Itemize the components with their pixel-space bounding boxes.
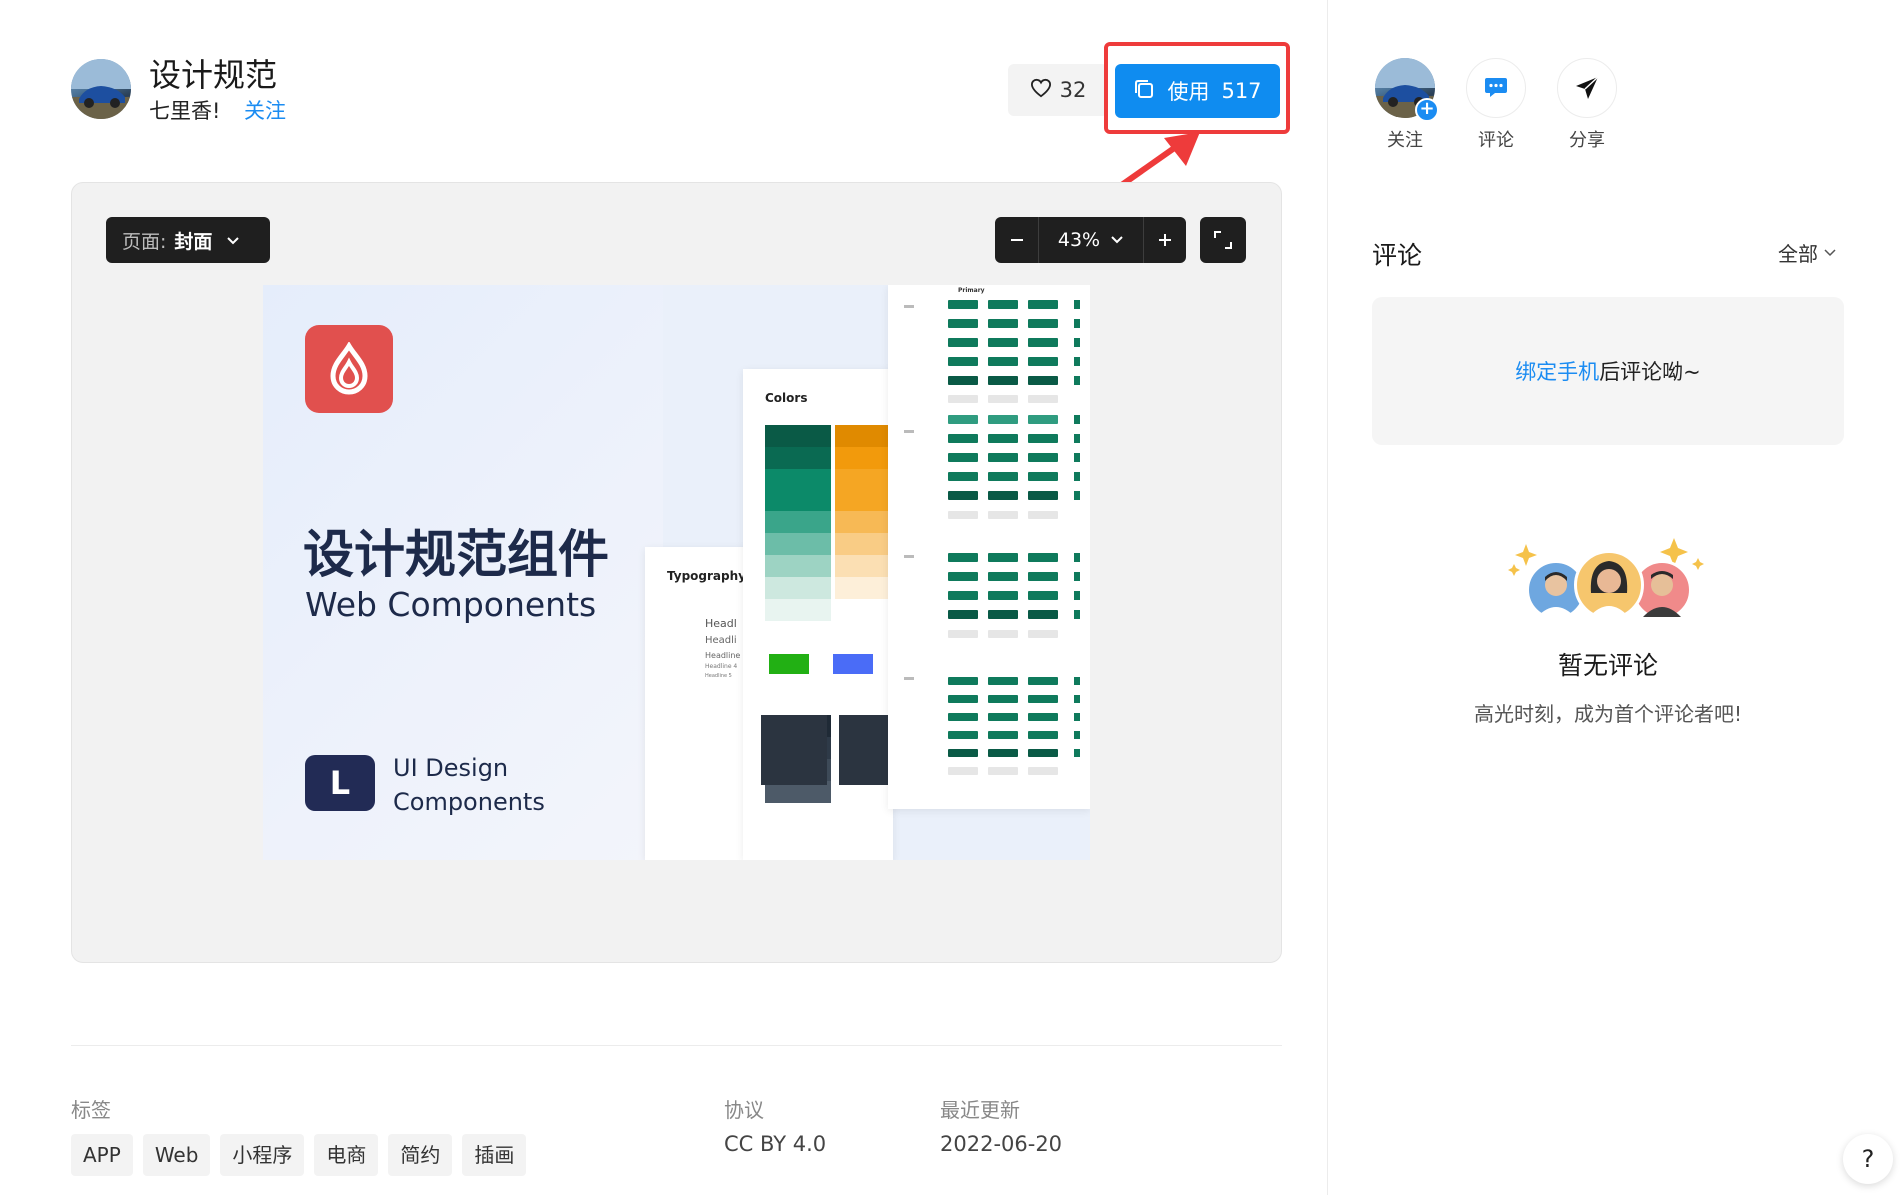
typography-sheet: Typography Headl Headli Headline Headlin… — [645, 547, 755, 860]
cover-subtitle: Web Components — [305, 585, 597, 624]
zoom-level-select[interactable]: 43% — [1039, 217, 1143, 263]
empty-state-title: 暂无评论 — [1557, 651, 1658, 680]
bind-phone-prompt: 绑定手机 后评论呦~ — [1372, 297, 1844, 445]
empty-state-subtitle: 高光时刻，成为首个评论者吧! — [1473, 702, 1743, 726]
zoom-in-button[interactable] — [1144, 217, 1186, 263]
cover-title: 设计规范组件 — [303, 526, 610, 585]
heading-sample: Headli — [705, 635, 737, 646]
share-button[interactable] — [1557, 58, 1617, 118]
page-title: 设计规范 — [149, 56, 278, 94]
button-grid-graphic — [904, 300, 1080, 775]
tag-chip[interactable]: APP — [71, 1134, 133, 1176]
empty-state-illustration — [1508, 538, 1708, 628]
heading-sample: Headline 5 — [705, 673, 732, 679]
l-logo-icon: L — [305, 755, 375, 811]
tag-chip[interactable]: 电商 — [314, 1134, 379, 1176]
comment-filter-dropdown[interactable]: 全部 — [1778, 238, 1836, 267]
colors-sheet: Colors — [743, 369, 893, 860]
chevron-down-icon — [226, 229, 240, 251]
updated-value: 2022-06-20 — [940, 1132, 1063, 1156]
sidebar-divider — [1327, 0, 1328, 1195]
zoom-control: 43% — [995, 217, 1186, 263]
brand-logo-icon — [305, 325, 393, 413]
bind-phone-link[interactable]: 绑定手机 — [1515, 356, 1599, 386]
colors-label: Colors — [765, 391, 808, 405]
tag-chip[interactable]: Web — [142, 1134, 211, 1176]
fullscreen-button[interactable] — [1200, 217, 1246, 263]
bind-phone-text: 后评论呦~ — [1599, 360, 1701, 384]
plus-icon: + — [1415, 98, 1439, 122]
send-icon — [1576, 76, 1599, 99]
expand-icon — [1214, 231, 1232, 249]
copy-icon — [1133, 78, 1155, 105]
cover-ui-line1: UI Design — [393, 754, 509, 782]
page-select-value: 封面 — [174, 230, 213, 253]
license-label: 协议 — [724, 1098, 764, 1122]
cover-preview-image: 设计规范组件 Web Components L UI Design Compon… — [263, 285, 1090, 860]
chat-bubble-icon — [1485, 78, 1507, 97]
tags-label: 标签 — [71, 1098, 111, 1122]
tag-list: APP Web 小程序 电商 简约 插画 — [71, 1134, 527, 1176]
author-avatar[interactable] — [71, 59, 131, 119]
cover-ui-design-text: UI Design Components — [393, 751, 545, 819]
author-avatar-small: + — [1375, 58, 1439, 122]
like-count: 32 — [1059, 78, 1087, 102]
follow-action[interactable]: + 关注 — [1370, 58, 1440, 152]
updated-label: 最近更新 — [940, 1098, 1020, 1122]
zoom-level: 43% — [1057, 229, 1101, 251]
zoom-out-button[interactable] — [995, 217, 1038, 263]
plus-icon — [1159, 234, 1171, 246]
heading-sample: Headline — [705, 651, 741, 660]
comment-action[interactable]: 评论 — [1461, 58, 1531, 152]
comment-filter-label: 全部 — [1778, 242, 1818, 266]
content-divider — [71, 1045, 1282, 1046]
comments-title: 评论 — [1372, 241, 1423, 270]
dark-swatch-block — [761, 715, 827, 785]
like-button[interactable]: 32 — [1008, 64, 1108, 116]
page-select-label: 页面: — [122, 230, 167, 253]
heading-sample: Headl — [705, 617, 737, 630]
help-button[interactable]: ? — [1843, 1134, 1893, 1184]
typography-label: Typography — [667, 569, 746, 583]
minus-icon — [1010, 239, 1023, 241]
share-action[interactable]: 分享 — [1552, 58, 1622, 152]
question-icon: ? — [1861, 1145, 1875, 1173]
face-avatar-icon — [1574, 550, 1644, 620]
follow-link[interactable]: 关注 — [244, 98, 286, 124]
use-count: 517 — [1221, 79, 1262, 103]
page-select[interactable]: 页面: 封面 — [106, 217, 270, 263]
chevron-down-icon — [1824, 248, 1836, 256]
use-label: 使用 — [1167, 80, 1210, 104]
comment-button[interactable] — [1466, 58, 1526, 118]
comment-action-label: 评论 — [1478, 130, 1514, 151]
cover-ui-line2: Components — [393, 788, 545, 816]
heading-sample: Headline 4 — [705, 663, 738, 670]
use-button[interactable]: 使用 517 — [1115, 64, 1280, 118]
share-action-label: 分享 — [1569, 130, 1605, 151]
author-name[interactable]: 七里香! — [149, 98, 220, 124]
tag-chip[interactable]: 简约 — [388, 1134, 453, 1176]
follow-action-label: 关注 — [1387, 130, 1423, 151]
heart-icon — [1030, 78, 1052, 103]
license-value: CC BY 4.0 — [724, 1132, 827, 1156]
chevron-down-icon — [1111, 236, 1123, 244]
tag-chip[interactable]: 插画 — [462, 1134, 527, 1176]
tag-chip[interactable]: 小程序 — [220, 1134, 305, 1176]
